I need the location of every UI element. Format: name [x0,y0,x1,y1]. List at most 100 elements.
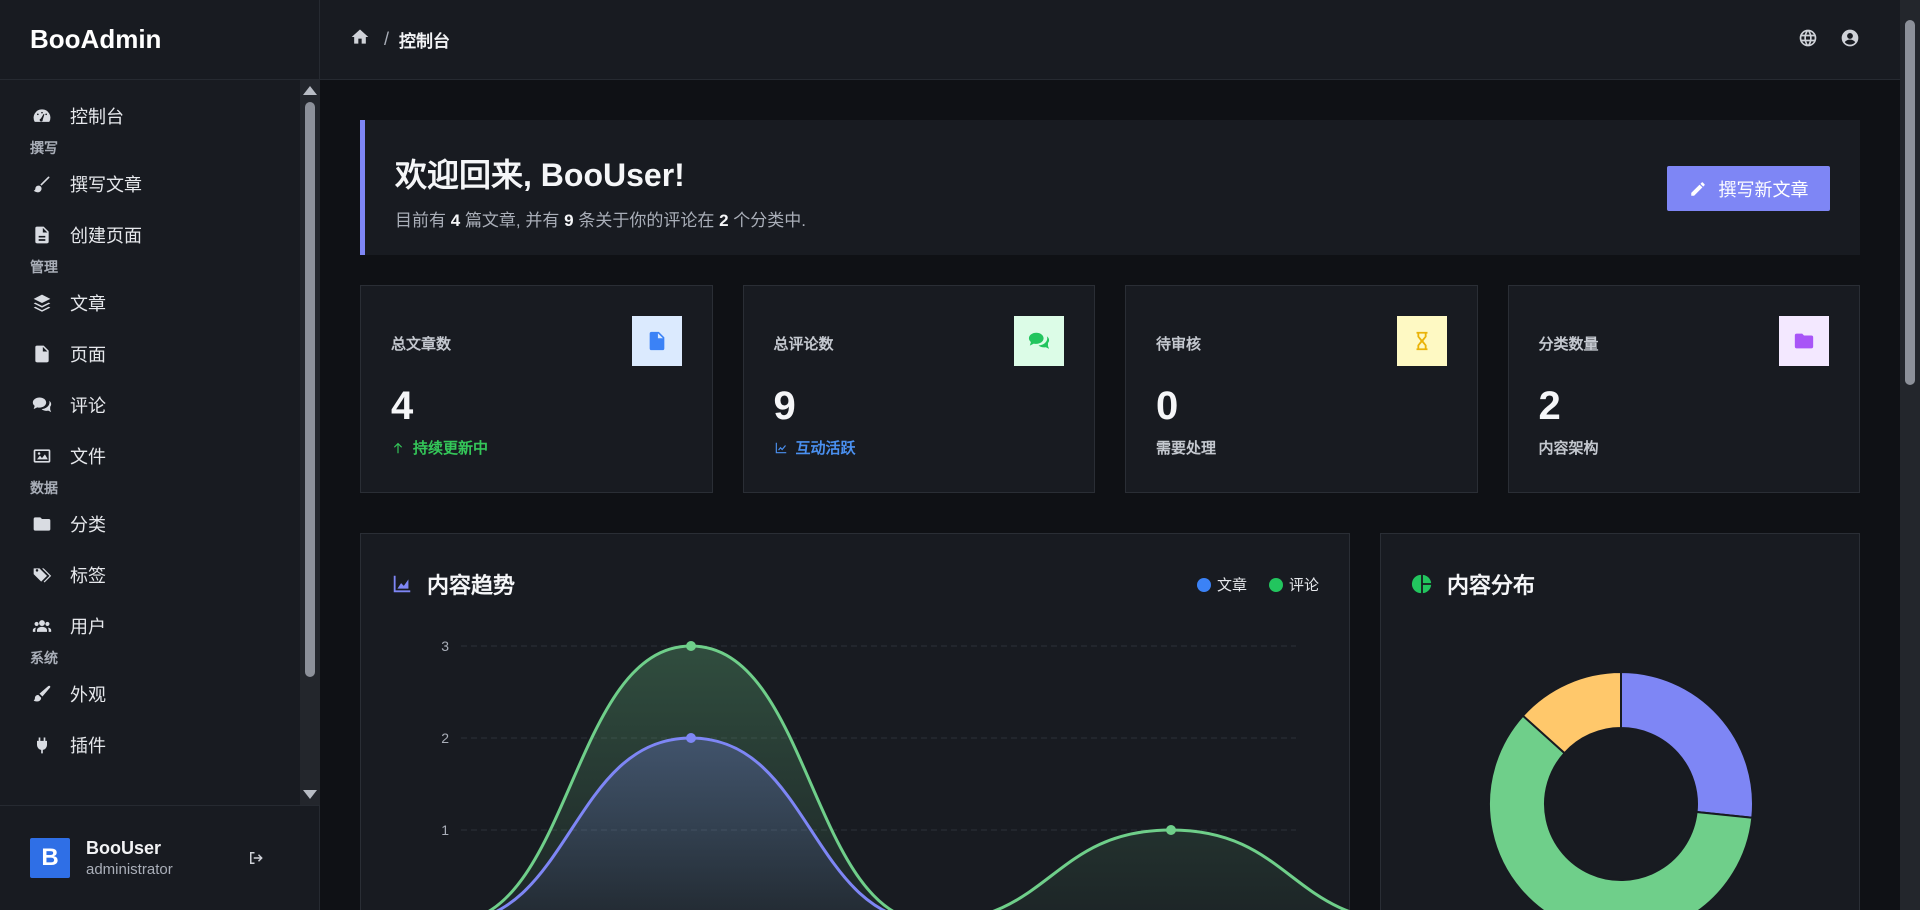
legend-dot [1268,577,1283,592]
scroll-down-arrow[interactable] [303,790,317,799]
stat-value: 0 [1156,384,1179,428]
sidebar-group-label: 撰写 [30,140,58,156]
sidebar-item[interactable]: 创建页面 [0,209,300,260]
pie-slice[interactable] [1620,670,1754,819]
welcome-comments-count: 9 [564,211,574,230]
stat-icon-badge [1014,316,1064,366]
logout-button[interactable] [244,846,268,870]
sidebar-item-label: 文章 [70,293,106,314]
data-point[interactable] [1166,825,1176,835]
gauge-icon [30,104,54,128]
sidebar-item[interactable]: 插件 [0,719,300,770]
stat-note: 互动活跃 [774,437,1065,458]
y-tick-label: 2 [441,730,449,746]
area-chart-icon [393,575,411,593]
scroll-thumb[interactable] [305,102,315,677]
stat-card: 待审核 0 需要处理 [1125,285,1478,493]
welcome-posts-count: 4 [450,211,461,230]
sidebar-item[interactable]: 评论 [0,379,300,430]
plug-icon [30,733,54,757]
sidebar-item-label: 页面 [70,344,106,365]
sidebar-item[interactable]: 文章 [0,277,300,328]
sidebar-item[interactable]: 控制台 [0,90,300,141]
sidebar-group-label: 管理 [30,259,58,275]
comments-icon [30,393,54,417]
layers-icon [30,291,54,315]
trend-title-text: 内容趋势 [427,573,516,598]
stat-note-text: 互动活跃 [795,440,856,457]
sidebar-item-label: 分类 [70,514,106,535]
page-scrollbar[interactable] [1900,0,1920,910]
page-scroll-thumb[interactable] [1905,20,1915,385]
brush-icon [30,172,54,196]
folder-icon [30,512,54,536]
sidebar-item-label: 标签 [70,565,106,586]
chart-legend: 文章 评论 [1196,574,1319,595]
globe-icon[interactable] [1798,28,1818,53]
legend-item[interactable]: 文章 [1196,574,1247,595]
write-new-post-button[interactable]: 撰写新文章 [1667,166,1830,211]
sidebar-item-label: 外观 [70,684,106,705]
stat-note-text: 需要处理 [1156,440,1217,457]
data-point[interactable] [686,641,696,651]
sidebar-group-label: 系统 [30,650,58,666]
stat-value: 9 [773,384,796,428]
user-panel: B BooUser administrator [0,805,320,910]
scroll-up-arrow[interactable] [303,86,317,95]
stat-value: 2 [1538,384,1561,428]
sidebar-item[interactable]: 分类 [0,498,300,549]
stat-card: 总文章数 4 持续更新中 [360,285,713,493]
avatar[interactable]: B [30,838,70,878]
users-icon [30,614,54,638]
sidebar-item-label: 撰写文章 [70,174,142,195]
pencil-icon [1690,181,1705,196]
welcome-text: 个分类中. [733,211,806,230]
sidebar-item-label: 评论 [70,395,106,416]
arrow-up-icon [393,442,403,453]
welcome-text: 条关于你的评论在 [578,211,715,230]
legend-dot [1196,577,1211,592]
sidebar-item-label: 插件 [70,735,106,756]
stat-icon-badge [1396,316,1447,366]
stat-card: 总评论数 9 互动活跃 [742,285,1095,493]
sidebar-item[interactable]: 撰写文章 [0,158,300,209]
y-tick-label: 3 [441,638,449,654]
user-circle-icon[interactable] [1840,28,1860,53]
sidebar-item-label: 创建页面 [70,225,142,246]
sidebar-item[interactable]: 页面 [0,328,300,379]
sidebar-item[interactable]: 外观 [0,668,300,719]
sidebar-group-label: 数据 [30,480,58,496]
distribution-card: 内容分布 [1380,533,1860,910]
breadcrumb-separator: / [384,29,390,49]
sidebar: BooAdmin 控制台 撰写撰写文章创建页面 管理文章页面评论文件 数据分类标签用户… [0,0,320,910]
legend-label: 评论 [1288,577,1319,594]
file-icon [649,331,664,351]
images-icon [30,444,54,468]
hourglass-icon [1416,331,1427,351]
sidebar-item-label: 文件 [70,446,106,467]
sidebar-item[interactable]: 用户 [0,600,300,651]
stat-icon-badge [631,316,682,366]
trend-card: 1 2 3 内容趋势 文章 评论 [360,533,1350,910]
file-icon [30,342,54,366]
legend-item[interactable]: 评论 [1268,574,1319,595]
stat-card: 分类数量 2 内容架构 [1507,285,1860,493]
sidebar-item[interactable]: 标签 [0,549,300,600]
user-role: administrator [86,861,173,878]
user-name: BooUser [86,838,162,858]
folder-icon [1794,333,1814,349]
home-icon[interactable] [350,27,370,52]
pie-chart-icon [1411,574,1432,594]
welcome-text: 目前有 [395,211,446,230]
sidebar-item[interactable]: 文件 [0,430,300,481]
stats-row: 总文章数 4 持续更新中 总评论数 9 互动活跃 待审核 0 需要处理 分类数量 2 内容架构 [360,285,1860,493]
data-point[interactable] [686,733,696,743]
distribution-card-title: 内容分布 [1411,568,1535,600]
y-tick-label: 1 [441,822,449,838]
welcome-text: 篇文章, 并有 [464,211,560,230]
write-new-post-label: 撰写新文章 [1718,179,1809,200]
welcome-subtitle: 目前有 4 篇文章, 并有 9 条关于你的评论在 2 个分类中. [395,206,1830,231]
brand-logo[interactable]: BooAdmin [0,0,319,80]
sidebar-scrollbar[interactable] [300,80,320,805]
legend-label: 文章 [1216,577,1247,594]
